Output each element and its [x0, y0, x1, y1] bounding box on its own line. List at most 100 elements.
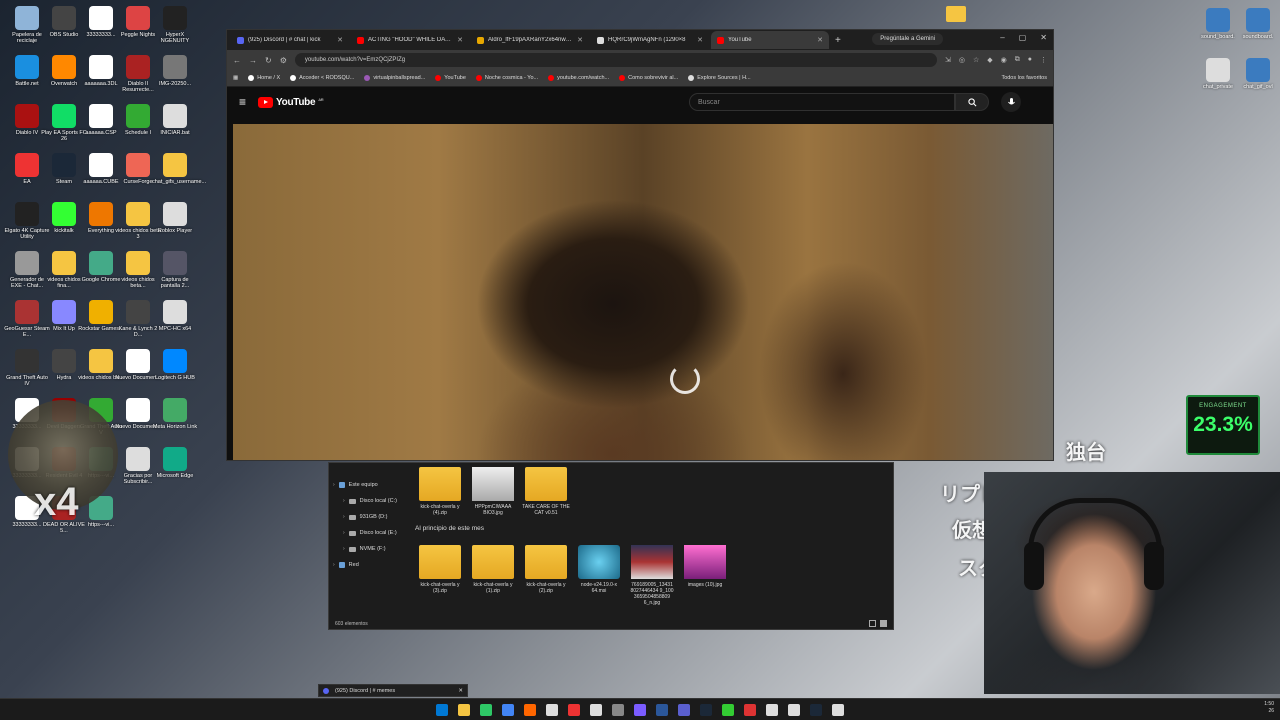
extension-icon[interactable]: ◆ — [987, 56, 992, 64]
search-button[interactable] — [955, 93, 989, 111]
install-icon[interactable]: ⇲ — [945, 56, 951, 64]
browser-tab[interactable]: (925) Discord | # chat | kick ✕ — [231, 31, 349, 49]
chevron-right-icon[interactable]: › — [343, 498, 345, 504]
nav-item[interactable]: › Disco local (C:) — [333, 493, 413, 509]
video-player[interactable] — [233, 124, 1053, 460]
taskbar-app-icon[interactable] — [788, 703, 800, 716]
site-info-icon[interactable]: ⚙ — [280, 56, 287, 65]
thumbnail-view-icon[interactable] — [880, 620, 887, 627]
apps-icon[interactable]: ▦ — [233, 75, 238, 81]
new-tab-button[interactable]: + — [835, 35, 841, 46]
bookmark-item[interactable]: Explore Sources | H... — [688, 75, 751, 81]
nav-item[interactable]: › Este equipo — [333, 477, 413, 493]
taskbar-app-icon[interactable] — [766, 703, 778, 716]
chevron-right-icon[interactable]: › — [333, 562, 335, 568]
desktop-icon-python-4[interactable]: chat_gif_ovl — [1235, 58, 1280, 90]
maximize-icon[interactable]: ▢ — [1019, 33, 1027, 42]
taskbar-app-icon[interactable] — [568, 703, 580, 716]
chevron-right-icon[interactable]: › — [343, 530, 345, 536]
clock[interactable]: 1:50 26 — [1264, 701, 1274, 715]
browser-tab[interactable]: HQRrC9jWmAgNFn (1290×8 ✕ — [591, 31, 709, 49]
nav-item[interactable]: › NVME (F:) — [333, 541, 413, 557]
file-item[interactable]: node-v24.19.0-x 64.msi — [574, 545, 624, 594]
bookmark-item[interactable]: youtube.com/watch... — [548, 75, 609, 81]
taskbar-app-icon[interactable] — [832, 703, 844, 716]
browser-tab[interactable]: ACTING "HOOD" WHILE DATIN ✕ — [351, 31, 469, 49]
minimize-icon[interactable]: – — [1000, 33, 1004, 42]
chevron-right-icon[interactable]: › — [333, 482, 335, 488]
eye-off-icon[interactable]: ◎ — [959, 56, 965, 64]
desktop-icon[interactable]: Meta Horizon Link — [152, 398, 198, 430]
folder-icon[interactable] — [946, 6, 966, 22]
close-tab-icon[interactable]: ✕ — [457, 36, 463, 44]
bookmark-item[interactable]: Acceder < RODSQU... — [290, 75, 354, 81]
taskbar-preview[interactable]: (925) Discord | # memes ✕ — [318, 684, 468, 697]
taskbar-app-icon[interactable] — [700, 703, 712, 716]
taskbar-app-icon[interactable] — [590, 703, 602, 716]
taskbar-app-icon[interactable] — [436, 703, 448, 716]
search-input[interactable]: Buscar — [689, 93, 955, 111]
bookmark-item[interactable]: Home / X — [248, 75, 280, 81]
taskbar-app-icon[interactable] — [656, 703, 668, 716]
extension-icon-2[interactable]: ◉ — [1001, 56, 1007, 64]
close-tab-icon[interactable]: ✕ — [577, 36, 583, 44]
file-item[interactable]: kick-chat-overla y (3).zip — [415, 545, 465, 594]
desktop-icon[interactable]: Microsoft Edge — [152, 447, 198, 479]
address-bar[interactable]: youtube.com/watch?v=EmzQCjZPIZg — [294, 53, 937, 67]
desktop-icon[interactable]: INICIAR.bat — [152, 104, 198, 136]
file-item[interactable]: TAKE CARE OF THE CAT v0.51 — [521, 467, 571, 516]
file-item[interactable]: HPPpmCIWAAA BIO3.jpg — [468, 467, 518, 516]
file-item[interactable]: images (10).jpg — [680, 545, 730, 588]
puzzle-icon[interactable]: ⧉ — [1015, 56, 1020, 64]
desktop-icon[interactable]: Captura de pantalla 2... — [152, 251, 198, 289]
browser-tab[interactable]: YouTube ✕ — [711, 31, 829, 49]
nav-item[interactable]: › 931GB (D:) — [333, 509, 413, 525]
desktop-icon[interactable]: Roblox Player — [152, 202, 198, 234]
taskbar-app-icon[interactable] — [502, 703, 514, 716]
desktop-icon[interactable]: Logitech G HUB — [152, 349, 198, 381]
voice-search-button[interactable] — [1001, 92, 1021, 112]
desktop-icon[interactable]: chat_gifs_username... — [152, 153, 206, 185]
file-item[interactable]: kick-chat-overla y (4).zip — [415, 467, 465, 516]
file-item[interactable]: kick-chat-overla y (1).zip — [468, 545, 518, 594]
menu-icon[interactable]: ≡ — [239, 95, 246, 109]
profile-icon[interactable]: ● — [1028, 56, 1032, 64]
desktop-icon[interactable]: HyperX NGENUITY — [152, 6, 198, 44]
browser-tab[interactable]: Aldro_lfF19pAXRanY2x64nwdU ✕ — [471, 31, 589, 49]
nav-item[interactable]: › Red — [333, 557, 413, 573]
desktop-icon-python-2[interactable]: soundboard. — [1235, 8, 1280, 40]
taskbar-app-icon[interactable] — [546, 703, 558, 716]
close-icon[interactable]: ✕ — [1040, 33, 1047, 42]
file-item[interactable]: 769189005_13431 8027446434 9_100 3659504… — [627, 545, 677, 606]
bookmark-item[interactable]: Noche cosmica - Yo... — [475, 75, 538, 81]
gemini-button[interactable]: Pregúntale a Gemini — [872, 33, 943, 45]
star-icon[interactable]: ☆ — [973, 56, 979, 64]
nav-item[interactable]: › Disco local (E:) — [333, 525, 413, 541]
desktop-icon[interactable]: MPC-HC x64 — [152, 300, 198, 332]
taskbar-app-icon[interactable] — [722, 703, 734, 716]
taskbar-app-icon[interactable] — [524, 703, 536, 716]
bookmark-item[interactable]: virtualpinballspread... — [364, 75, 425, 81]
chevron-right-icon[interactable]: › — [343, 514, 345, 520]
taskbar-app-icon[interactable] — [480, 703, 492, 716]
file-item[interactable]: kick-chat-overla y (2).zip — [521, 545, 571, 594]
close-icon[interactable]: ✕ — [458, 688, 463, 694]
chevron-right-icon[interactable]: › — [343, 546, 345, 552]
youtube-logo[interactable]: YouTube AR — [258, 96, 324, 108]
all-bookmarks[interactable]: Todos los favoritos — [1001, 75, 1047, 81]
desktop-icon[interactable]: IMG-20250... — [152, 55, 198, 87]
taskbar-app-icon[interactable] — [458, 703, 470, 716]
forward-icon[interactable]: → — [249, 56, 257, 65]
details-view-icon[interactable] — [869, 620, 876, 627]
taskbar-app-icon[interactable] — [612, 703, 624, 716]
more-icon[interactable]: ⋮ — [1040, 56, 1047, 64]
taskbar-app-icon[interactable] — [634, 703, 646, 716]
bookmark-item[interactable]: Como sobrevivir al... — [619, 75, 678, 81]
taskbar-app-icon[interactable] — [810, 703, 822, 716]
taskbar-app-icon[interactable] — [744, 703, 756, 716]
close-tab-icon[interactable]: ✕ — [337, 36, 343, 44]
bookmark-item[interactable]: YouTube — [435, 75, 466, 81]
close-tab-icon[interactable]: ✕ — [817, 36, 823, 44]
taskbar-app-icon[interactable] — [678, 703, 690, 716]
close-tab-icon[interactable]: ✕ — [697, 36, 703, 44]
